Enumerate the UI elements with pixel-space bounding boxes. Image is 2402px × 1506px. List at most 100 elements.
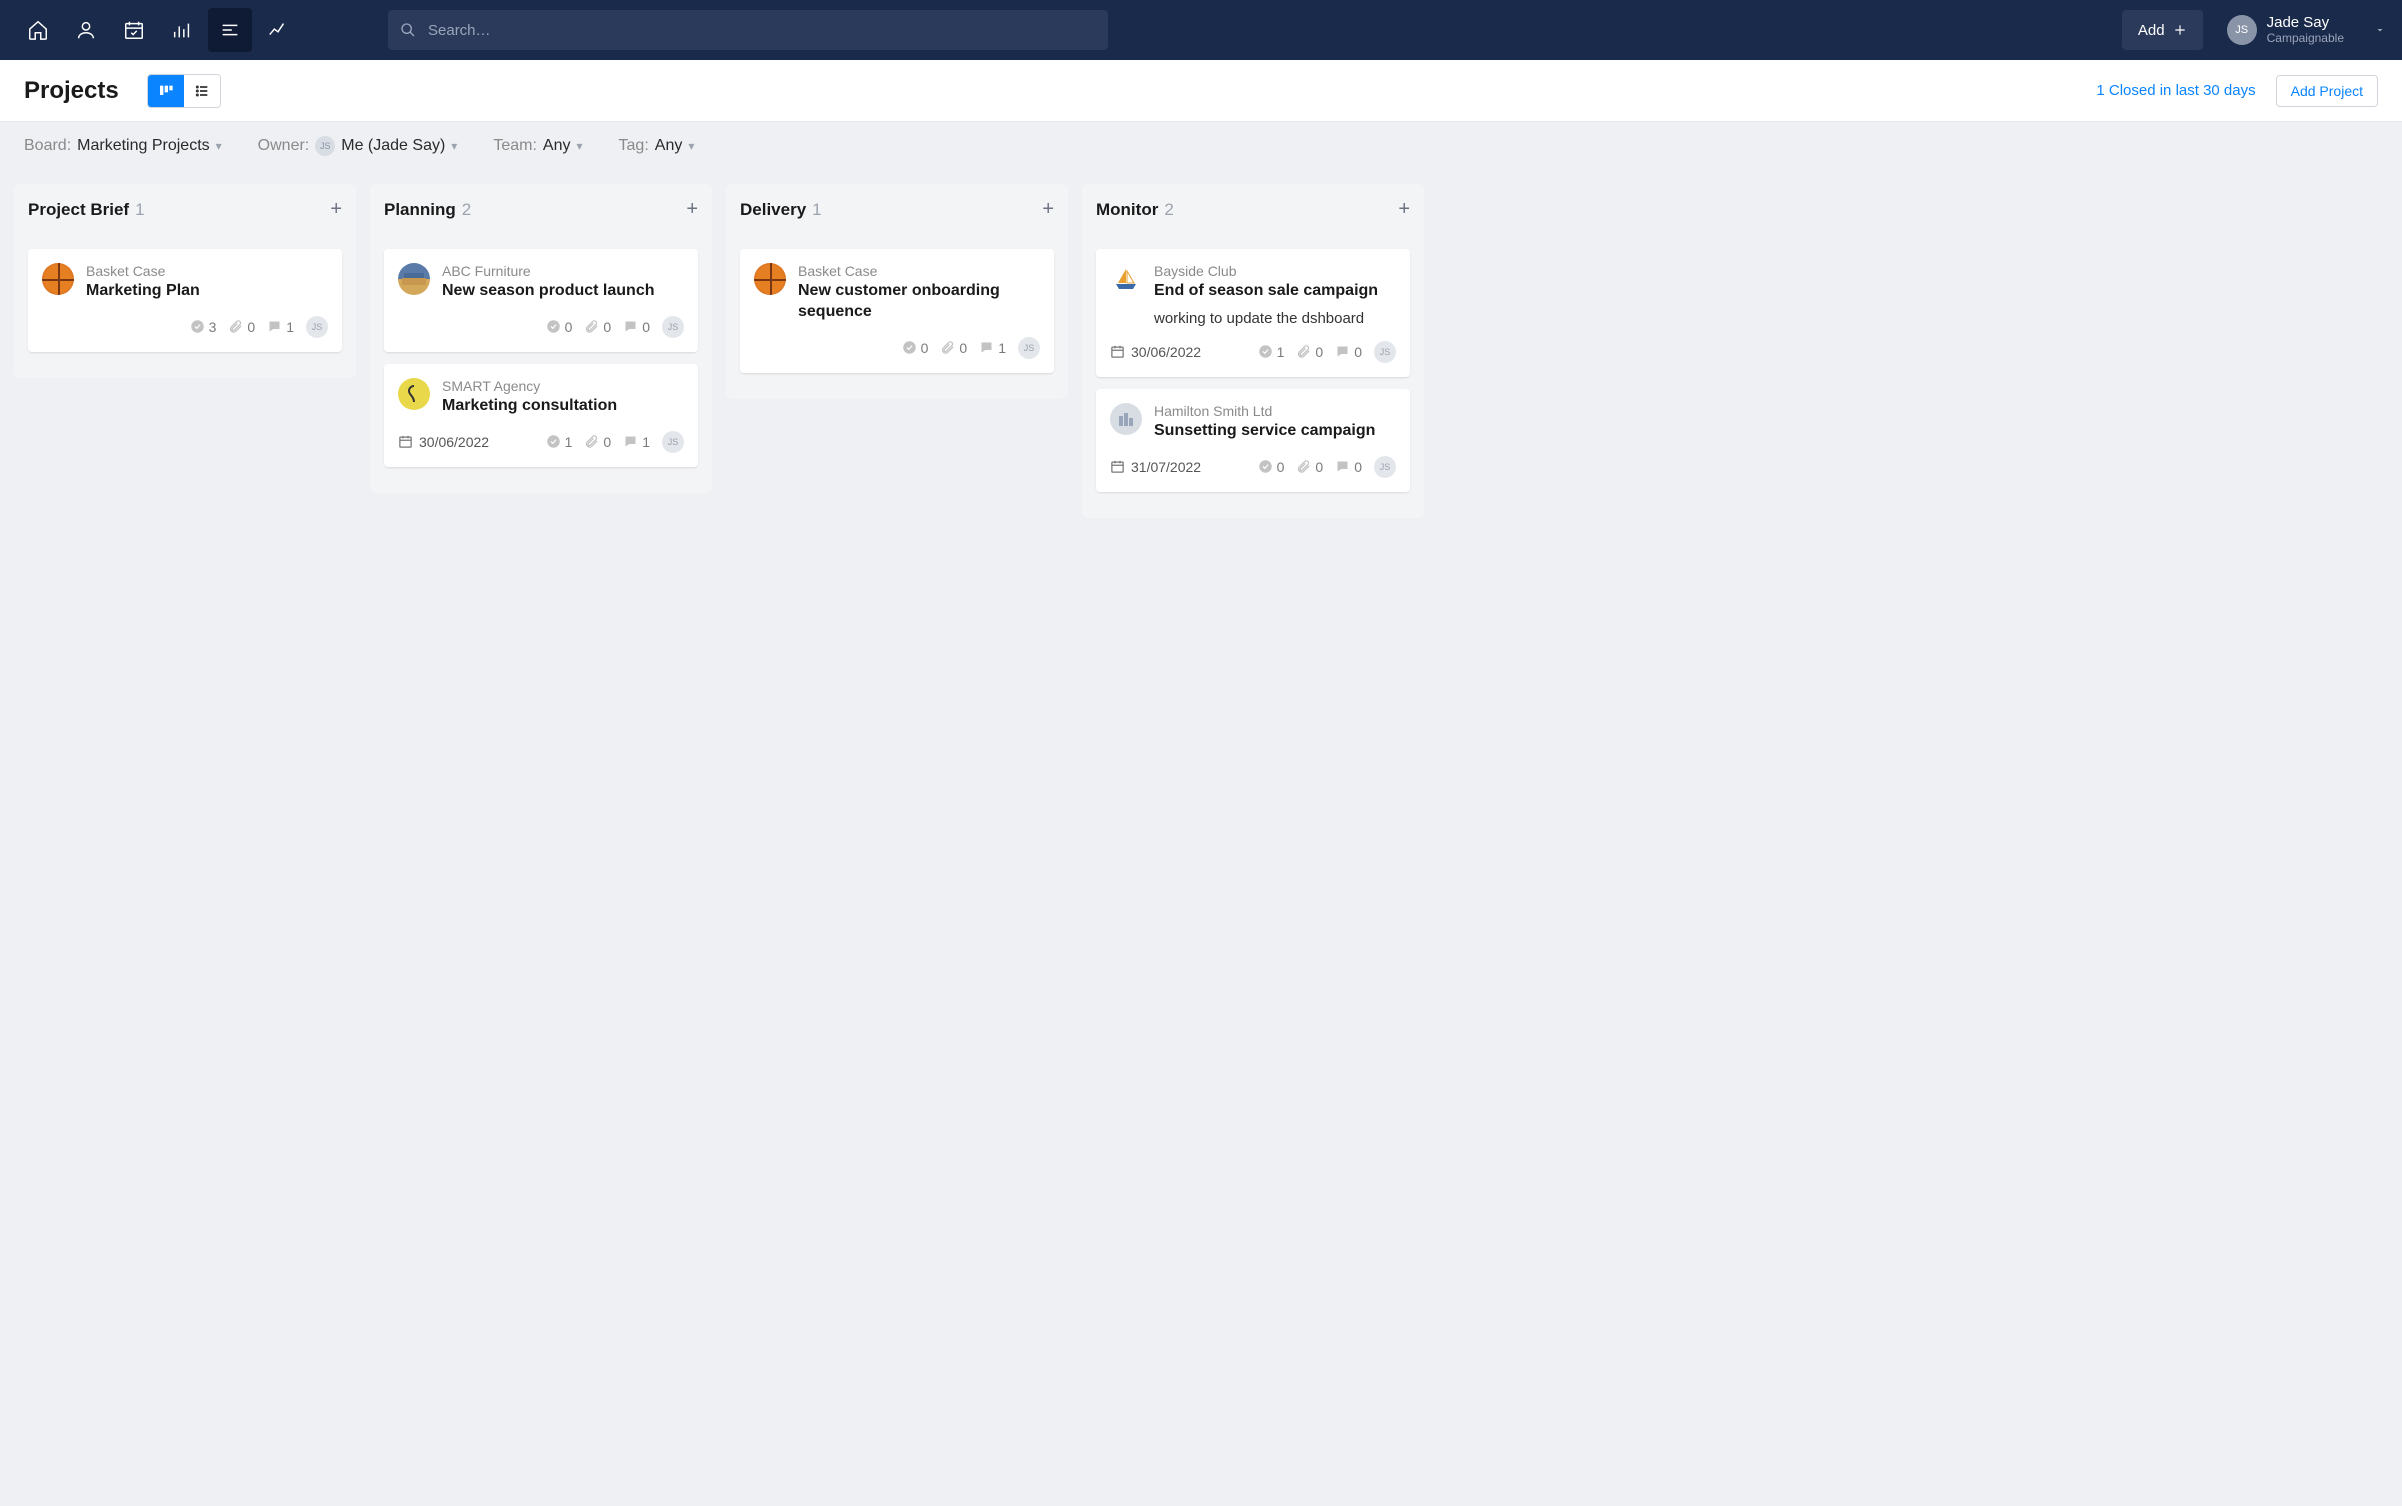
attachment-count: 0 xyxy=(584,434,611,450)
page-header: Projects 1 Closed in last 30 days Add Pr… xyxy=(0,60,2402,122)
card-stats: 001JS xyxy=(902,337,1040,359)
comment-count: 1 xyxy=(267,319,294,335)
bars-icon[interactable] xyxy=(160,8,204,52)
owner-avatar: JS xyxy=(315,136,335,156)
search-input[interactable] xyxy=(388,10,1108,50)
card-date: 31/07/2022 xyxy=(1110,459,1201,475)
comment-count: 1 xyxy=(623,434,650,450)
assignee-avatar: JS xyxy=(662,431,684,453)
client-icon xyxy=(398,378,430,410)
check-count: 0 xyxy=(1258,459,1285,475)
chevron-down-icon: ▾ xyxy=(451,139,457,153)
board-filter-label: Board: xyxy=(24,137,71,155)
closed-link[interactable]: 1 Closed in last 30 days xyxy=(2096,82,2255,99)
assignee-avatar: JS xyxy=(1018,337,1040,359)
column-count: 2 xyxy=(1164,200,1173,220)
check-count: 0 xyxy=(902,340,929,356)
client-icon xyxy=(398,263,430,295)
board-column: Planning2+ABC FurnitureNew season produc… xyxy=(370,184,712,493)
tag-filter-value: Any xyxy=(655,137,683,155)
column-add-button[interactable]: + xyxy=(686,198,698,221)
tag-filter-label: Tag: xyxy=(619,137,649,155)
attachment-count: 0 xyxy=(584,319,611,335)
board-column: Project Brief1+Basket CaseMarketing Plan… xyxy=(14,184,356,378)
assignee-avatar: JS xyxy=(1374,456,1396,478)
attachment-count: 0 xyxy=(940,340,967,356)
user-avatar: JS xyxy=(2227,15,2257,45)
project-card[interactable]: Basket CaseMarketing Plan301JS xyxy=(28,249,342,352)
home-icon[interactable] xyxy=(16,8,60,52)
card-stats: 101 JS xyxy=(546,431,684,453)
client-icon xyxy=(754,263,786,295)
check-count: 1 xyxy=(546,434,573,450)
chevron-down-icon: ▾ xyxy=(688,139,694,153)
board-filter[interactable]: Board: Marketing Projects ▾ xyxy=(24,136,222,156)
card-title: New customer onboarding sequence xyxy=(798,281,1040,323)
card-stats: 000JS xyxy=(1258,456,1396,478)
add-project-button[interactable]: Add Project xyxy=(2276,75,2378,107)
person-icon[interactable] xyxy=(64,8,108,52)
search-wrap xyxy=(388,10,1108,50)
client-name: Basket Case xyxy=(798,263,1040,279)
team-filter[interactable]: Team: Any ▾ xyxy=(493,136,582,156)
column-count: 2 xyxy=(462,200,471,220)
client-name: SMART Agency xyxy=(442,378,684,394)
project-card[interactable]: Hamilton Smith LtdSunsetting service cam… xyxy=(1096,389,1410,492)
card-footer: 000JS xyxy=(398,316,684,338)
header-right: 1 Closed in last 30 days Add Project xyxy=(2096,75,2378,107)
filter-bar: Board: Marketing Projects ▾ Owner: JS Me… xyxy=(0,122,2402,170)
client-icon xyxy=(1110,263,1142,295)
assignee-avatar: JS xyxy=(306,316,328,338)
project-card[interactable]: Bayside Club End of season sale campaign w… xyxy=(1096,249,1410,377)
search-icon xyxy=(400,22,416,38)
assignee-avatar: JS xyxy=(662,316,684,338)
view-toggle xyxy=(147,74,221,108)
board-filter-value: Marketing Projects xyxy=(77,137,210,155)
column-add-button[interactable]: + xyxy=(1042,198,1054,221)
check-count: 1 xyxy=(1258,344,1285,360)
owner-filter-value: Me (Jade Say) xyxy=(341,137,445,155)
column-header: Monitor2+ xyxy=(1096,198,1410,221)
comment-count: 0 xyxy=(1335,344,1362,360)
column-add-button[interactable]: + xyxy=(1398,198,1410,221)
column-add-button[interactable]: + xyxy=(330,198,342,221)
project-card[interactable]: SMART AgencyMarketing consultation30/06/… xyxy=(384,364,698,467)
owner-filter[interactable]: Owner: JS Me (Jade Say) ▾ xyxy=(258,136,458,156)
attachment-count: 0 xyxy=(228,319,255,335)
board-view-button[interactable] xyxy=(148,75,184,107)
project-card[interactable]: ABC FurnitureNew season product launch00… xyxy=(384,249,698,352)
team-filter-label: Team: xyxy=(493,137,537,155)
board-column: Delivery1+ Basket Case New customer onboar… xyxy=(726,184,1068,399)
tag-filter[interactable]: Tag: Any ▾ xyxy=(619,136,695,156)
trend-icon[interactable] xyxy=(256,8,300,52)
comment-count: 0 xyxy=(623,319,650,335)
card-note: working to update the dshboard xyxy=(1154,310,1396,327)
calendar-icon[interactable] xyxy=(112,8,156,52)
column-count: 1 xyxy=(135,200,144,220)
list-view-button[interactable] xyxy=(184,75,220,107)
column-header: Delivery1+ xyxy=(740,198,1054,221)
board: Project Brief1+Basket CaseMarketing Plan… xyxy=(0,170,2402,1506)
board-column: Monitor2+Bayside ClubEnd of season sale … xyxy=(1082,184,1424,518)
client-icon xyxy=(42,263,74,295)
nav-icons xyxy=(16,8,300,52)
card-footer: 001JS xyxy=(754,337,1040,359)
board-icon[interactable] xyxy=(208,8,252,52)
card-title: End of season sale campaign xyxy=(1154,281,1396,302)
client-name: Hamilton Smith Ltd xyxy=(1154,403,1396,419)
comment-count: 0 xyxy=(1335,459,1362,475)
project-card[interactable]: Basket Case New customer onboarding seque… xyxy=(740,249,1054,373)
client-name: Bayside Club xyxy=(1154,263,1396,279)
user-org: Campaignable xyxy=(2267,31,2344,45)
card-footer: 31/07/2022000JS xyxy=(1110,456,1396,478)
check-count: 0 xyxy=(546,319,573,335)
add-button[interactable]: Add xyxy=(2122,10,2203,50)
user-menu[interactable]: JS Jade Say Campaignable xyxy=(2227,15,2386,46)
team-filter-value: Any xyxy=(543,137,571,155)
column-title: Project Brief xyxy=(28,200,129,220)
card-date: 30/06/2022 xyxy=(1110,344,1201,360)
card-footer: 30/06/2022100JS xyxy=(1110,341,1396,363)
chevron-down-icon xyxy=(2374,24,2386,36)
assignee-avatar: JS xyxy=(1374,341,1396,363)
attachment-count: 0 xyxy=(1296,459,1323,475)
